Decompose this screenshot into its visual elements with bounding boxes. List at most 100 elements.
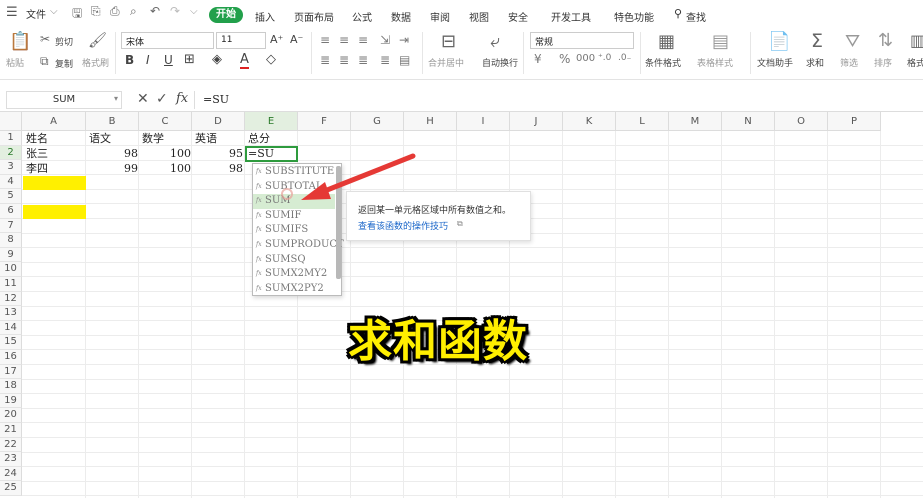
column-header-m[interactable]: M <box>669 112 722 131</box>
font-shrink-icon[interactable]: A⁻ <box>290 33 303 46</box>
tab-security[interactable]: 安全 <box>508 9 528 24</box>
row-header-24[interactable]: 24 <box>0 466 22 482</box>
table-style-icon[interactable]: ▤ <box>712 33 729 51</box>
orientation-icon[interactable]: ⇲ <box>380 33 390 47</box>
number-format-select[interactable]: 常规 <box>530 32 634 49</box>
italic-icon[interactable]: I <box>146 53 150 67</box>
sort-button[interactable]: 排序 <box>874 56 892 69</box>
row-header-23[interactable]: 23 <box>0 452 22 467</box>
increase-decimal-icon[interactable]: ⁺.0 <box>598 53 611 63</box>
row-header-6[interactable]: 6 <box>0 204 22 219</box>
column-header-e[interactable]: E <box>245 112 298 131</box>
autocomplete-item-sumproduct[interactable]: fx SUMPRODUCT <box>253 238 344 253</box>
table-style-button[interactable]: 表格样式 <box>697 56 733 69</box>
font-color-icon[interactable]: A <box>240 52 249 69</box>
tab-data[interactable]: 数据 <box>391 9 411 24</box>
row-header-5[interactable]: 5 <box>0 189 22 204</box>
cell-c2[interactable]: 100 <box>140 147 191 161</box>
copy-button[interactable]: 复制 <box>55 57 73 70</box>
sort-icon[interactable]: ⇅ <box>878 32 893 50</box>
sum-button[interactable]: 求和 <box>806 56 824 69</box>
indent-icon[interactable]: ⇥ <box>399 33 409 47</box>
autocomplete-item-sumifs[interactable]: fx SUMIFS <box>253 223 335 238</box>
conditional-format-button[interactable]: 条件格式 <box>645 56 681 69</box>
search-button[interactable]: 查找 <box>686 9 706 24</box>
clear-format-icon[interactable]: ◇ <box>266 52 276 67</box>
paste-button[interactable]: 粘贴 <box>6 56 24 69</box>
row-header-4[interactable]: 4 <box>0 174 22 190</box>
redo-icon[interactable]: ↷ <box>170 4 180 18</box>
format-button[interactable]: 格式 <box>907 56 923 69</box>
cell-c3[interactable]: 100 <box>140 162 191 176</box>
autocomplete-item-sumx2my2[interactable]: fx SUMX2MY2 <box>253 267 335 282</box>
format-painter-button[interactable]: 格式刷 <box>82 56 109 69</box>
undo-icon[interactable]: ↶ <box>150 4 160 18</box>
justify-icon[interactable]: ≣ <box>380 53 390 67</box>
tab-page-layout[interactable]: 页面布局 <box>294 9 334 24</box>
cell-d1[interactable]: 英语 <box>195 132 217 146</box>
format-icon[interactable]: ▥ <box>910 33 923 49</box>
merge-center-button[interactable]: 合并居中 <box>428 56 464 69</box>
distributed-icon[interactable]: ▤ <box>399 53 410 67</box>
tooltip-link[interactable]: 查看该函数的操作技巧 <box>358 219 448 232</box>
column-header-c[interactable]: C <box>139 112 192 131</box>
highlighted-cell-a6[interactable] <box>23 205 86 219</box>
formula-input[interactable]: =SU <box>203 93 229 106</box>
column-header-b[interactable]: B <box>86 112 139 131</box>
row-header-18[interactable]: 18 <box>0 379 22 394</box>
tab-view[interactable]: 视图 <box>469 9 489 24</box>
row-header-9[interactable]: 9 <box>0 247 22 263</box>
row-header-7[interactable]: 7 <box>0 218 22 234</box>
row-header-11[interactable]: 11 <box>0 277 22 292</box>
wrap-text-icon[interactable]: ⤶ <box>490 33 500 51</box>
conditional-format-icon[interactable]: ▦ <box>658 33 675 51</box>
column-header-l[interactable]: L <box>616 112 669 131</box>
highlighted-cell-a4[interactable] <box>23 176 86 190</box>
percent-icon[interactable]: % <box>559 52 570 66</box>
font-size-select[interactable]: 11 <box>216 32 266 49</box>
column-header-n[interactable]: N <box>722 112 775 131</box>
cell-c1[interactable]: 数学 <box>142 132 164 146</box>
fill-color-icon[interactable]: ◈ <box>212 52 222 67</box>
tab-start[interactable]: 开始 <box>209 7 243 23</box>
cell-e1[interactable]: 总分 <box>248 132 270 146</box>
cell-b1[interactable]: 语文 <box>89 132 111 146</box>
font-name-select[interactable]: 宋体 <box>121 32 214 49</box>
row-header-3[interactable]: 3 <box>0 160 22 175</box>
row-header-8[interactable]: 8 <box>0 233 22 248</box>
underline-icon[interactable]: U <box>164 53 173 67</box>
bold-icon[interactable]: B <box>125 53 134 67</box>
row-header-17[interactable]: 17 <box>0 364 22 380</box>
row-header-22[interactable]: 22 <box>0 437 22 453</box>
column-header-g[interactable]: G <box>351 112 404 131</box>
filter-button[interactable]: 筛选 <box>840 56 858 69</box>
menu-icon[interactable]: ☰ <box>6 5 18 20</box>
row-header-19[interactable]: 19 <box>0 393 22 409</box>
row-header-21[interactable]: 21 <box>0 423 22 438</box>
column-header-j[interactable]: J <box>510 112 563 131</box>
insert-function-button[interactable]: fx <box>176 91 188 106</box>
row-header-13[interactable]: 13 <box>0 306 22 321</box>
copy-icon[interactable]: ⧉ <box>40 55 49 67</box>
external-link-icon[interactable]: ⧉ <box>457 219 463 229</box>
export-icon[interactable]: ⎘ <box>91 4 101 19</box>
cell-b2[interactable]: 98 <box>87 147 138 161</box>
tab-insert[interactable]: 插入 <box>255 9 275 24</box>
doc-assistant-icon[interactable]: 📄 <box>768 33 790 51</box>
tab-review[interactable]: 审阅 <box>430 9 450 24</box>
row-header-1[interactable]: 1 <box>0 131 22 146</box>
doc-assistant-button[interactable]: 文档助手 <box>757 56 793 69</box>
merge-center-icon[interactable]: ⊟ <box>441 33 456 51</box>
align-top-icon[interactable]: ≡ <box>320 33 330 47</box>
cell-a2[interactable]: 张三 <box>26 147 48 161</box>
cell-d2[interactable]: 95 <box>192 147 243 161</box>
autocomplete-item-sumx2py2[interactable]: fx SUMX2PY2 <box>253 282 335 297</box>
align-bottom-icon[interactable]: ≡ <box>358 33 368 47</box>
column-header-p[interactable]: P <box>828 112 881 131</box>
row-header-14[interactable]: 14 <box>0 320 22 336</box>
paste-icon[interactable]: 📋 <box>9 33 31 51</box>
more-chevron-icon[interactable]: ⌵ <box>190 6 198 17</box>
column-header-k[interactable]: K <box>563 112 616 131</box>
filter-icon[interactable]: ⛛ <box>845 33 860 51</box>
cell-a3[interactable]: 李四 <box>26 162 48 176</box>
